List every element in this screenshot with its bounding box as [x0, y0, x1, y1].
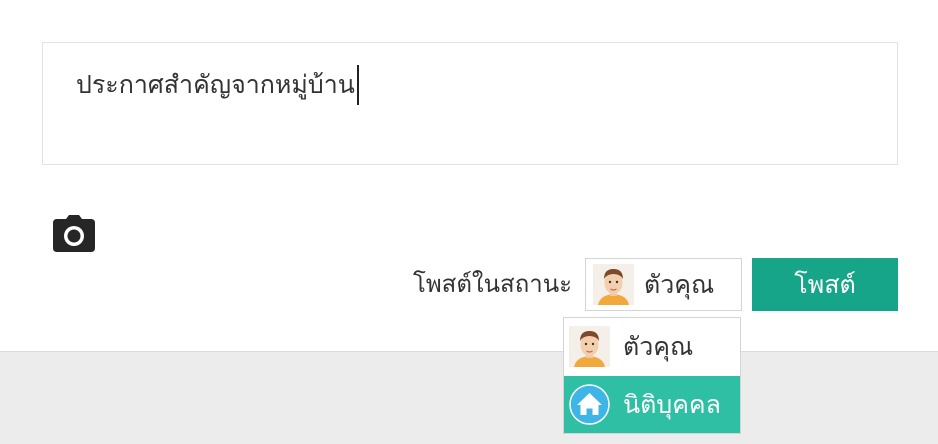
post-text-area[interactable]: ประกาศสำคัญจากหมู่บ้าน	[42, 42, 898, 165]
identity-option-label: นิติบุคคล	[623, 389, 721, 419]
user-avatar-icon	[593, 264, 634, 305]
post-button[interactable]: โพสต์	[752, 258, 898, 311]
home-icon	[569, 384, 610, 425]
post-composer-panel: ประกาศสำคัญจากหมู่บ้าน โพสต์ในสถานะ ตัวค…	[0, 0, 938, 352]
identity-dropdown: ตัวคุณ นิติบุคคล	[563, 317, 741, 434]
identity-select[interactable]: ตัวคุณ	[585, 258, 742, 311]
text-caret	[356, 65, 359, 105]
user-avatar-icon	[569, 326, 610, 367]
selected-identity-name: ตัวคุณ	[644, 269, 715, 299]
identity-option-self[interactable]: ตัวคุณ	[564, 318, 740, 375]
post-text-content: ประกาศสำคัญจากหมู่บ้าน	[76, 65, 359, 105]
camera-icon[interactable]	[52, 213, 96, 253]
identity-option-label: ตัวคุณ	[623, 331, 694, 361]
post-as-label: โพสต์ในสถานะ	[412, 270, 572, 298]
identity-option-juristic[interactable]: นิติบุคคล	[564, 376, 740, 433]
post-text-value: ประกาศสำคัญจากหมู่บ้าน	[76, 70, 355, 99]
